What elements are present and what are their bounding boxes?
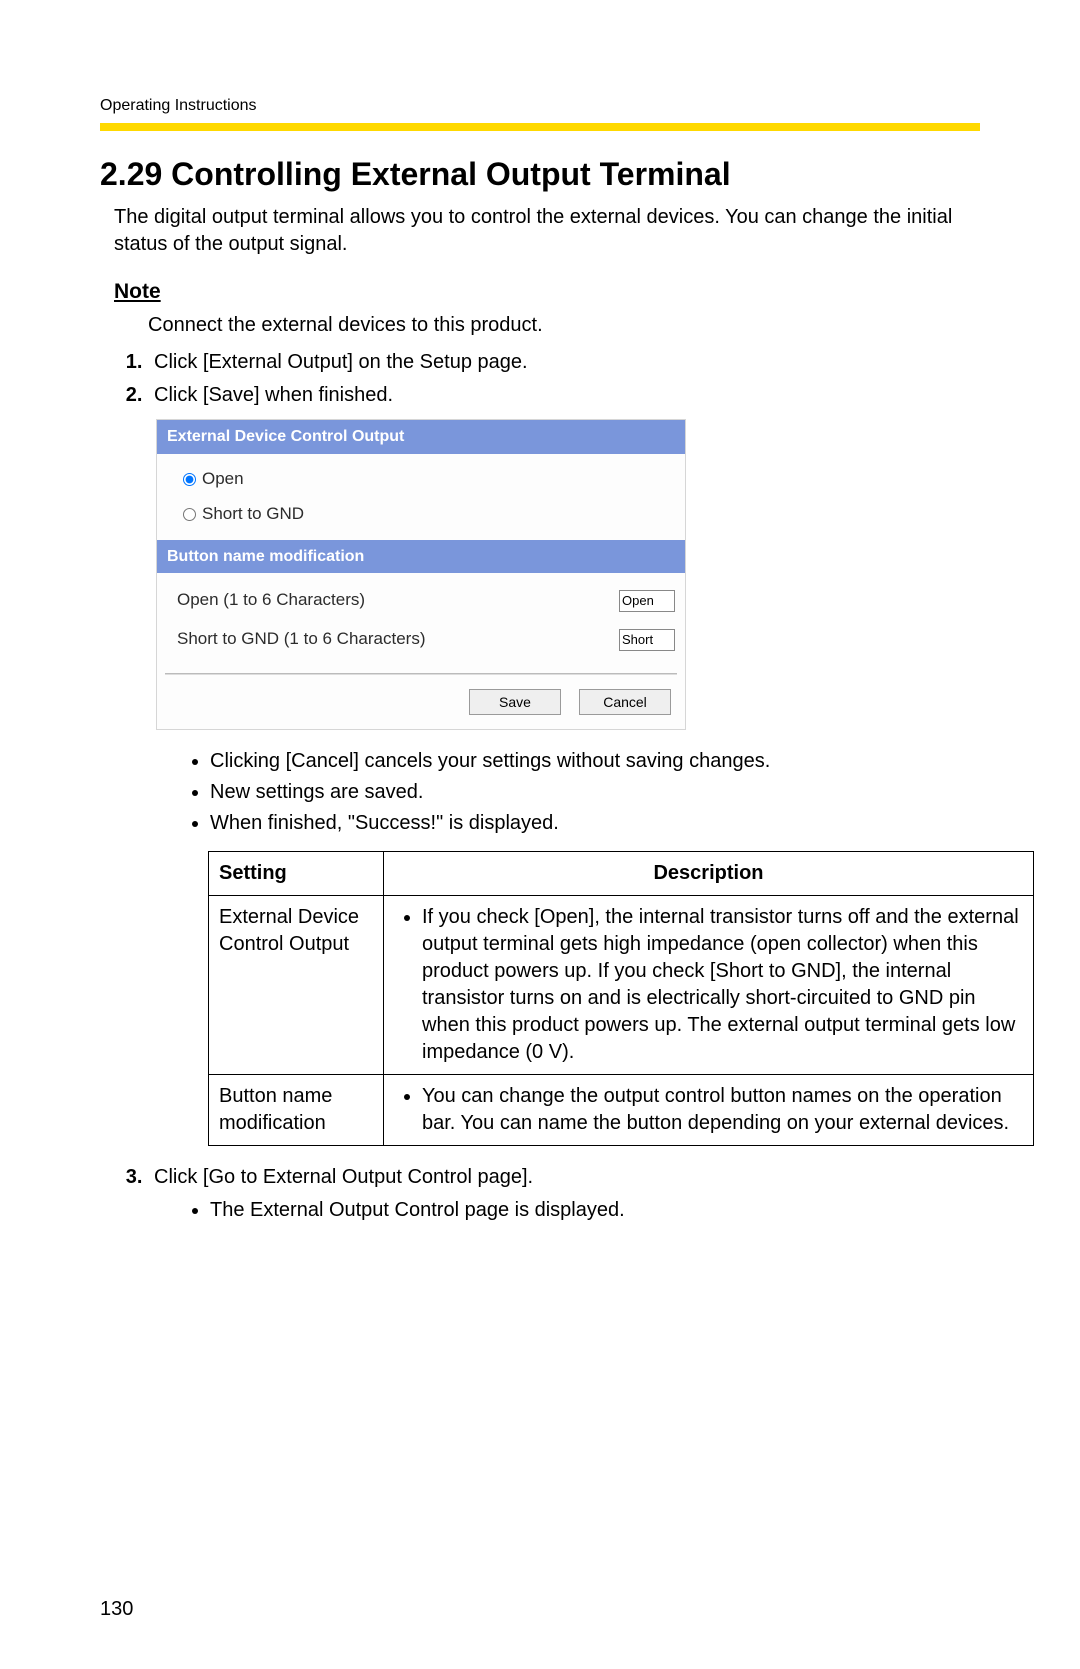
radio-short-row[interactable]: Short to GND xyxy=(183,497,675,532)
cell-setting-2: Button name modification xyxy=(209,1075,384,1146)
cell-desc-1: If you check [Open], the internal transi… xyxy=(384,896,1034,1075)
step-2: Click [Save] when finished. External Dev… xyxy=(148,382,980,1146)
field-short-input[interactable] xyxy=(619,629,675,651)
section-title: 2.29 Controlling External Output Termina… xyxy=(100,153,980,196)
page-number: 130 xyxy=(100,1596,133,1623)
divider-accent xyxy=(100,123,980,131)
table-row: Button name modification You can change … xyxy=(209,1075,1034,1146)
dialog-body-output: Open Short to GND xyxy=(157,454,685,540)
step-3: Click [Go to External Output Control pag… xyxy=(148,1164,980,1224)
bullet-success: When finished, "Success!" is displayed. xyxy=(210,810,980,837)
radio-open-row[interactable]: Open xyxy=(183,462,675,497)
th-setting: Setting xyxy=(209,852,384,896)
save-button[interactable]: Save xyxy=(469,689,561,715)
radio-short[interactable] xyxy=(183,508,196,521)
field-open-label: Open (1 to 6 Characters) xyxy=(177,589,619,612)
note-text: Connect the external devices to this pro… xyxy=(148,312,980,339)
field-row-short: Short to GND (1 to 6 Characters) xyxy=(171,620,675,659)
radio-short-label: Short to GND xyxy=(202,503,304,526)
running-header: Operating Instructions xyxy=(100,95,980,117)
radio-open[interactable] xyxy=(183,473,196,486)
dialog-actions: Save Cancel xyxy=(157,675,685,729)
settings-dialog: External Device Control Output Open Shor… xyxy=(156,419,686,730)
post-step3-bullets: The External Output Control page is disp… xyxy=(154,1197,980,1224)
cell-desc-2: You can change the output control button… xyxy=(384,1075,1034,1146)
note-heading: Note xyxy=(114,278,980,306)
bullet-cancel: Clicking [Cancel] cancels your settings … xyxy=(210,748,980,775)
post-dialog-bullets: Clicking [Cancel] cancels your settings … xyxy=(154,748,980,837)
step-1-text: Click [External Output] on the Setup pag… xyxy=(154,351,528,373)
cell-desc-2-text: You can change the output control button… xyxy=(422,1083,1023,1137)
dialog-body-button-name: Open (1 to 6 Characters) Short to GND (1… xyxy=(157,573,685,667)
dialog-header-output: External Device Control Output xyxy=(157,420,685,454)
step-1: Click [External Output] on the Setup pag… xyxy=(148,349,980,376)
cell-desc-1-text: If you check [Open], the internal transi… xyxy=(422,904,1023,1066)
field-open-input[interactable] xyxy=(619,590,675,612)
dialog-header-button-name: Button name modification xyxy=(157,540,685,574)
step-2-text: Click [Save] when finished. xyxy=(154,384,393,406)
radio-open-label: Open xyxy=(202,468,244,491)
bullet-page-displayed: The External Output Control page is disp… xyxy=(210,1197,980,1224)
cancel-button[interactable]: Cancel xyxy=(579,689,671,715)
field-row-open: Open (1 to 6 Characters) xyxy=(171,581,675,620)
cell-setting-1: External Device Control Output xyxy=(209,896,384,1075)
page: Operating Instructions 2.29 Controlling … xyxy=(0,0,1080,1669)
step-list: Click [External Output] on the Setup pag… xyxy=(114,349,980,1224)
table-row: External Device Control Output If you ch… xyxy=(209,896,1034,1075)
field-short-label: Short to GND (1 to 6 Characters) xyxy=(177,628,619,651)
intro-paragraph: The digital output terminal allows you t… xyxy=(114,204,980,258)
settings-table: Setting Description External Device Cont… xyxy=(208,851,1034,1146)
th-description: Description xyxy=(384,852,1034,896)
bullet-saved: New settings are saved. xyxy=(210,779,980,806)
step-3-text: Click [Go to External Output Control pag… xyxy=(154,1166,533,1188)
